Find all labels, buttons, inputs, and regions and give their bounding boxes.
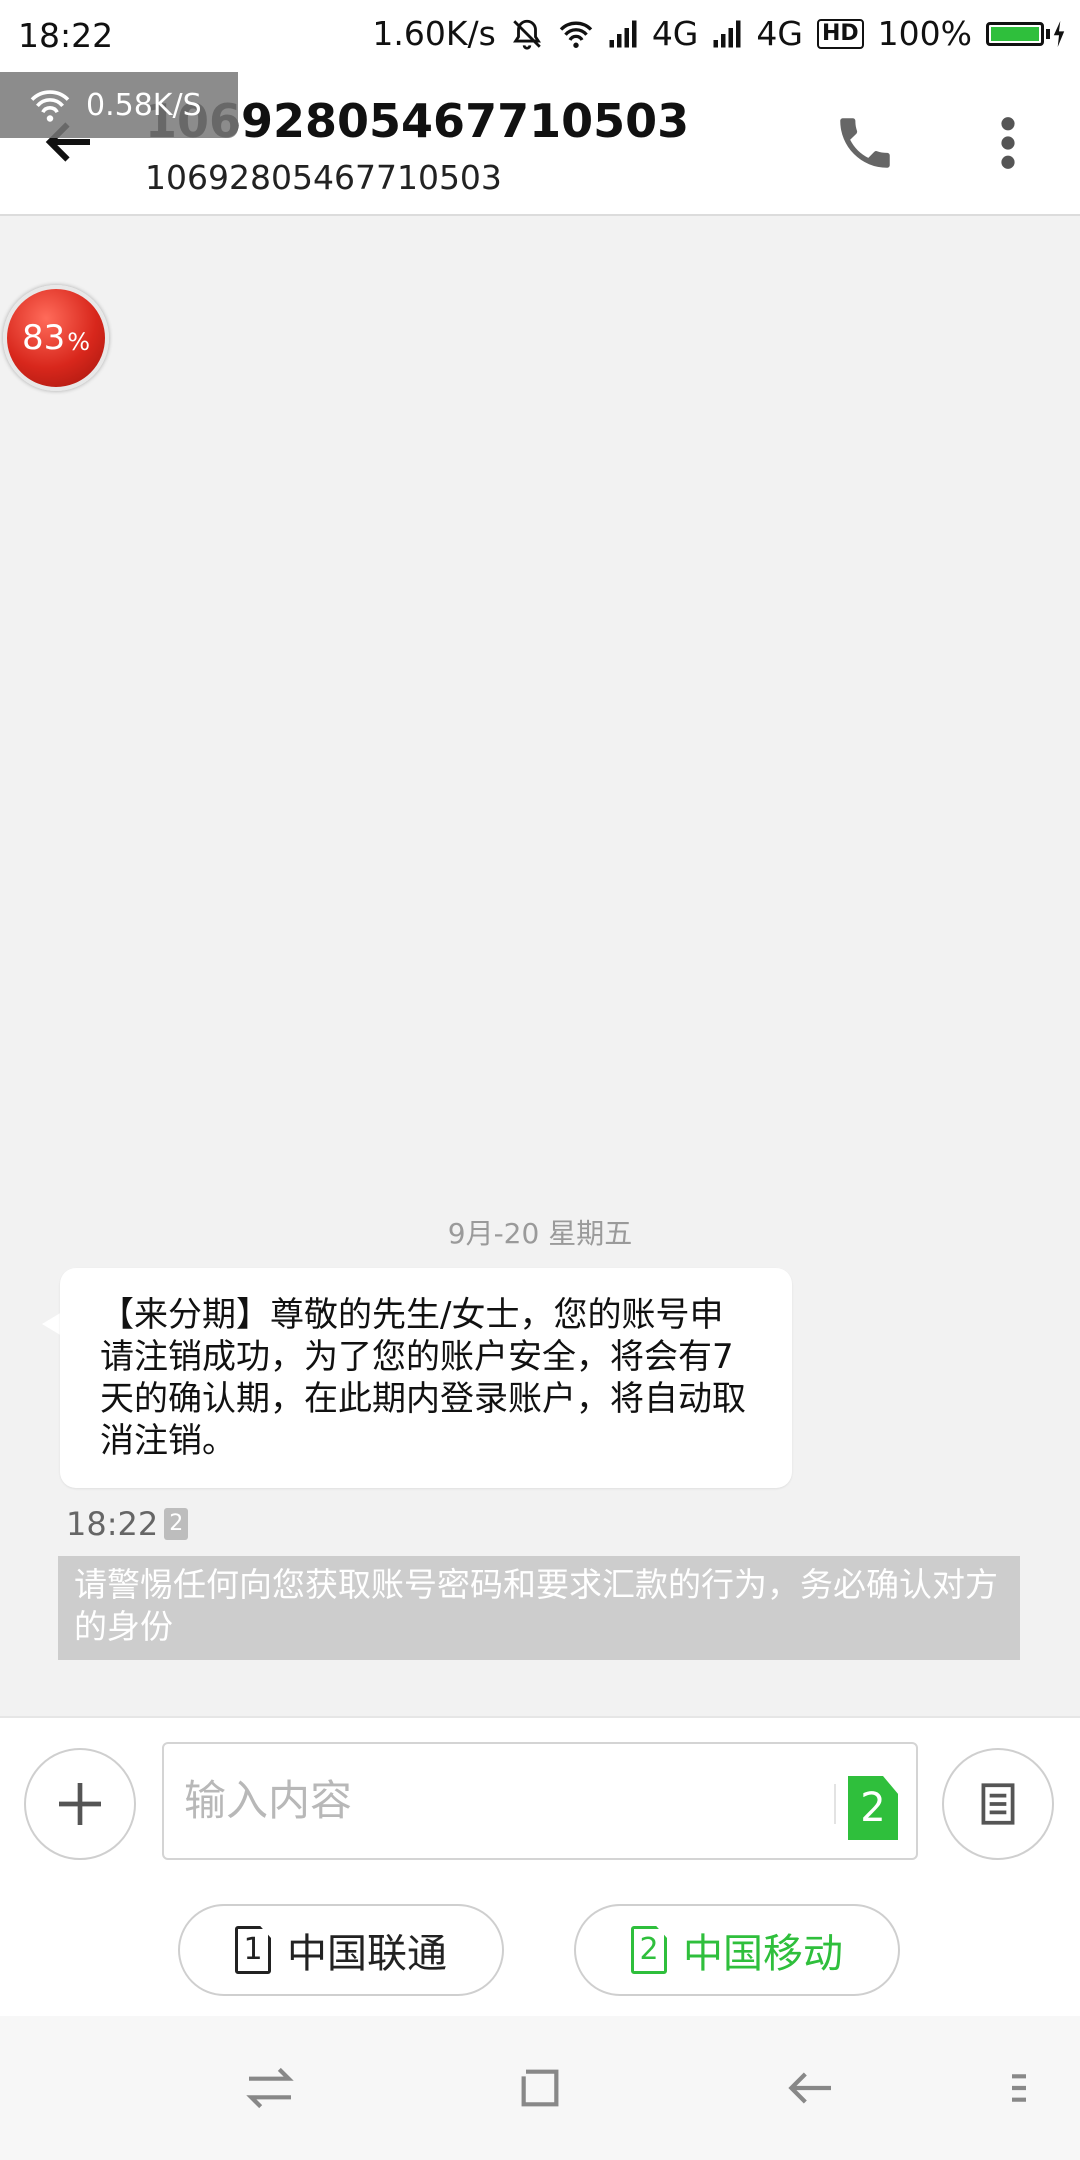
message-meta: 18:22 2: [66, 1505, 189, 1543]
network-type-1: 4G: [651, 14, 699, 53]
mute-bell-icon: [510, 17, 544, 51]
sim-send-selector[interactable]: 2: [848, 1776, 898, 1840]
signal-icon-1: [608, 19, 638, 49]
message-time: 18:22: [66, 1505, 159, 1543]
back-arrow-icon: [788, 2072, 831, 2104]
message-input[interactable]: [182, 1764, 786, 1836]
add-attachment-button[interactable]: [24, 1748, 136, 1860]
date-separator: 9月-20 星期五: [447, 1217, 633, 1250]
status-bar: 18:22 1.60K/s 4G 4G HD 100%: [0, 0, 1080, 72]
square-icon: [521, 2069, 559, 2107]
wifi-icon: [30, 90, 70, 122]
fraud-warning: 请警惕任何向您获取账号密码和要求汇款的行为，务必确认对方的身份: [58, 1556, 1020, 1660]
phone-icon: [840, 118, 890, 168]
sim-mini-badge: 2: [164, 1508, 189, 1540]
sim2-icon: 2: [631, 1926, 667, 1974]
status-time: 18:22: [18, 16, 114, 55]
input-divider: [834, 1784, 836, 1824]
sim2-label: 中国移动: [683, 1931, 843, 1977]
status-icons: 1.60K/s 4G 4G HD 100%: [372, 14, 1066, 53]
more-options-button[interactable]: [990, 110, 1026, 176]
nav-menu-button[interactable]: [1004, 2060, 1034, 2116]
overlay-speed: 0.58K/S: [86, 87, 202, 123]
sim1-icon: 1: [235, 1926, 271, 1974]
memory-ball[interactable]: 83%: [3, 285, 109, 391]
message-bubble[interactable]: 【来分期】尊敬的先生/女士，您的账号申请注销成功，为了您的账户安全，将会有7天的…: [60, 1268, 792, 1488]
system-nav-bar: [0, 2016, 1080, 2160]
nav-home-button[interactable]: [512, 2060, 568, 2116]
hd-badge: HD: [816, 18, 864, 49]
plus-icon: [59, 1783, 101, 1825]
menu-lines-icon: [1012, 2074, 1026, 2102]
template-button[interactable]: [942, 1748, 1054, 1860]
battery-percent: 100%: [877, 14, 972, 53]
bubble-tail: [42, 1312, 62, 1336]
switch-arrows-icon: [246, 2067, 294, 2109]
wifi-icon: [558, 19, 594, 49]
send-sim2-button[interactable]: 2 中国移动: [574, 1904, 900, 1996]
contact-number: 10692805467710503: [145, 158, 502, 197]
message-input-box[interactable]: 2: [162, 1742, 918, 1860]
more-vert-icon: [1001, 117, 1015, 169]
net-speed: 1.60K/s: [372, 14, 496, 53]
memory-percent: 83: [21, 318, 66, 358]
sim1-label: 中国联通: [287, 1931, 447, 1977]
memory-percent-unit: %: [67, 328, 91, 356]
network-type-2: 4G: [756, 14, 803, 53]
document-icon: [981, 1783, 1015, 1825]
battery-fill: [991, 26, 1039, 41]
compose-area: 2 1 中国联通 2 中国移动: [0, 1716, 1080, 2018]
speed-overlay[interactable]: 0.58K/S: [0, 72, 238, 138]
call-button[interactable]: [832, 110, 898, 176]
signal-icon-2: [712, 19, 742, 49]
battery-icon: [986, 20, 1066, 47]
send-sim1-button[interactable]: 1 中国联通: [178, 1904, 504, 1996]
nav-back-button[interactable]: [782, 2060, 838, 2116]
nav-switch-button[interactable]: [242, 2060, 298, 2116]
